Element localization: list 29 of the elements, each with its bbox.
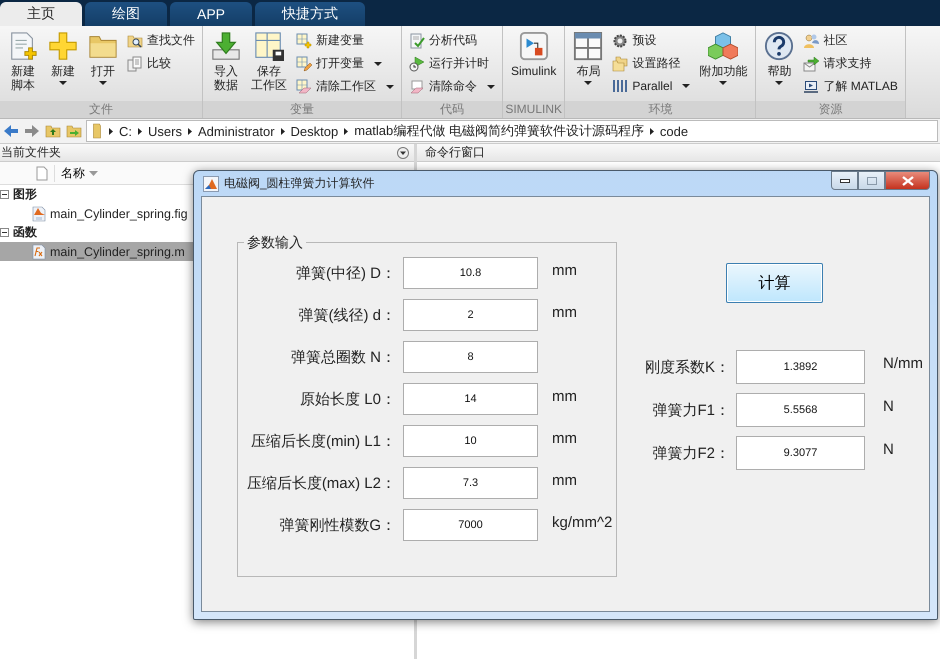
group-label: 变量 [203, 101, 401, 118]
window-title: 电磁阀_圆柱弹簧力计算软件 [224, 175, 376, 192]
panel-title: 命令行窗口 [425, 144, 485, 161]
group-label: SIMULINK [503, 101, 564, 118]
field-label: 弹簧力F1： [651, 400, 730, 420]
field-label: 刚度系数K： [644, 358, 730, 376]
group-label: 环境 [565, 101, 756, 118]
group-label: 资源 [756, 101, 905, 118]
field-label: 弹簧(中径) D： [295, 264, 396, 282]
field-label: 压缩后长度(min) L1： [250, 432, 396, 450]
unit-label: mm [551, 430, 578, 446]
unit-label: kg/mm^2 [551, 514, 614, 530]
panel-title: 当前文件夹 [1, 144, 61, 161]
field-label: 弹簧(线径) d： [298, 306, 396, 324]
unit-label: mm [551, 472, 578, 488]
field-label: 原始长度 L0： [299, 390, 396, 408]
group-label: 代码 [402, 101, 502, 118]
group-label: 文件 [0, 101, 202, 118]
unit-label: mm [551, 262, 578, 278]
panel-title: 参数输入 [244, 234, 306, 252]
field-label: 弹簧力F2： [651, 444, 730, 462]
unit-label: mm [551, 388, 578, 404]
unit-label: N [882, 440, 895, 458]
field-label: 压缩后长度(max) L2： [246, 474, 396, 492]
unit-label: N [882, 398, 895, 414]
field-label: 弹簧总圈数 N： [290, 348, 396, 366]
unit-label: N/mm [882, 354, 923, 372]
unit-label: mm [551, 304, 578, 320]
field-label: 弹簧刚性模数G： [278, 516, 396, 534]
